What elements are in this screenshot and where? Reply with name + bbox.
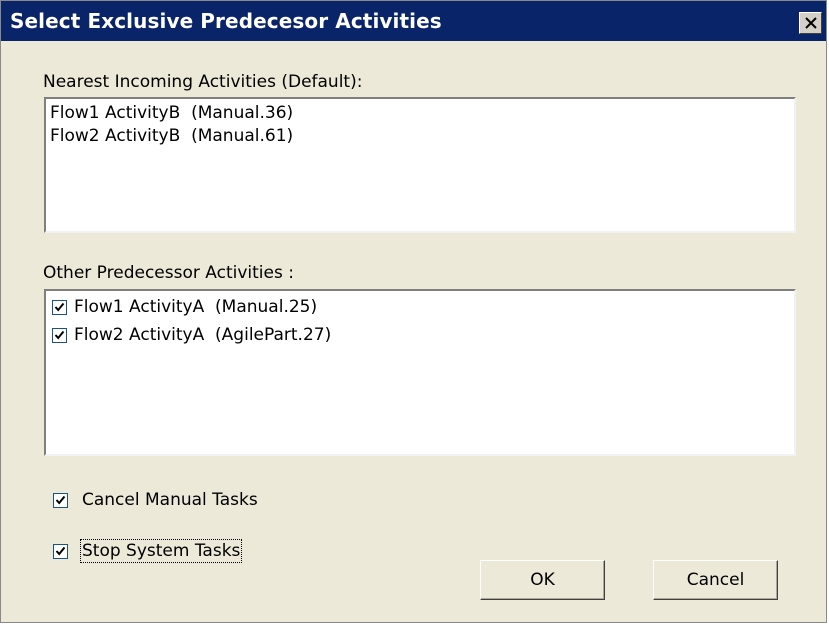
cancel-manual-tasks-label[interactable]: Cancel Manual Tasks	[82, 490, 258, 510]
checkmark-icon	[54, 302, 65, 312]
list-item[interactable]: Flow2 ActivityB (Manual.61)	[50, 126, 293, 146]
stop-system-tasks-option[interactable]: Stop System Tasks	[53, 539, 293, 563]
stop-system-tasks-checkbox[interactable]	[53, 544, 68, 559]
checkmark-icon	[55, 546, 66, 556]
checkmark-icon	[55, 495, 66, 505]
activity-checkbox[interactable]	[52, 328, 67, 343]
activity-label: Flow1 ActivityA (Manual.25)	[74, 297, 318, 317]
dialog-title: Select Exclusive Predecesor Activities	[10, 9, 442, 33]
stop-system-tasks-label[interactable]: Stop System Tasks	[79, 539, 243, 563]
other-activities-label: Other Predecessor Activities :	[43, 263, 294, 283]
activity-label: Flow2 ActivityA (AgilePart.27)	[74, 325, 332, 345]
dialog-window: Select Exclusive Predecesor Activities N…	[0, 0, 827, 623]
close-icon	[804, 17, 817, 29]
cancel-manual-tasks-option[interactable]: Cancel Manual Tasks	[53, 490, 293, 512]
cancel-manual-tasks-checkbox[interactable]	[53, 493, 68, 508]
other-activities-list[interactable]: Flow1 ActivityA (Manual.25) Flow2 Activi…	[44, 289, 796, 456]
activity-checkbox[interactable]	[52, 300, 67, 315]
cancel-button[interactable]: Cancel	[653, 560, 778, 600]
ok-button[interactable]: OK	[480, 560, 605, 600]
list-item[interactable]: Flow1 ActivityA (Manual.25)	[52, 297, 452, 319]
list-item[interactable]: Flow1 ActivityB (Manual.36)	[50, 103, 293, 123]
nearest-activities-label: Nearest Incoming Activities (Default):	[43, 72, 363, 92]
nearest-activities-list[interactable]: Flow1 ActivityB (Manual.36) Flow2 Activi…	[44, 97, 796, 233]
list-item[interactable]: Flow2 ActivityA (AgilePart.27)	[52, 325, 452, 347]
title-bar[interactable]: Select Exclusive Predecesor Activities	[1, 1, 826, 41]
checkmark-icon	[54, 330, 65, 340]
close-button[interactable]	[799, 12, 822, 34]
